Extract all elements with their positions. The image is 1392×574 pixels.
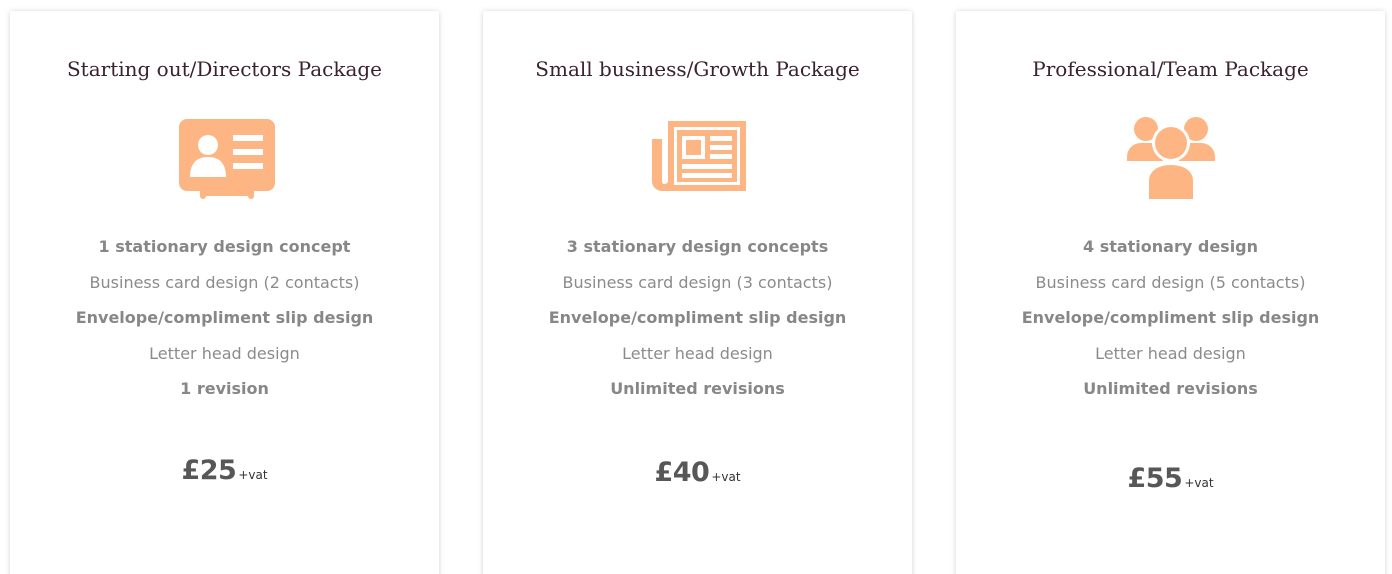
feature-item: 1 stationary design concept: [98, 237, 351, 256]
price-suffix: +vat: [1184, 476, 1214, 490]
feature-item: Unlimited revisions: [610, 379, 785, 398]
feature-item: Envelope/compliment slip design: [548, 308, 847, 327]
feature-item: Letter head design: [149, 343, 300, 363]
price-amount: £55: [1127, 463, 1183, 494]
price-amount: £40: [654, 457, 710, 488]
feature-list: 1 stationary design concept Business car…: [10, 229, 439, 407]
price-suffix: +vat: [238, 468, 268, 482]
pricing-card-starting-out: Starting out/Directors Package 1 station…: [10, 11, 439, 574]
pricing-card-professional: Professional/Team Package 4 stationary d…: [956, 11, 1385, 574]
feature-item: Business card design (5 contacts): [1035, 272, 1306, 292]
feature-item: 3 stationary design concepts: [566, 237, 829, 256]
feature-item: 4 stationary design: [1082, 237, 1259, 256]
price-suffix: +vat: [711, 470, 741, 484]
feature-item: Letter head design: [1095, 343, 1246, 363]
price-amount: £25: [181, 455, 237, 486]
price: £40 +vat: [483, 457, 912, 493]
feature-item: Business card design (2 contacts): [89, 272, 360, 292]
users-group-icon: [1119, 115, 1223, 199]
newspaper-icon: [646, 115, 750, 199]
card-title: Small business/Growth Package: [535, 57, 860, 81]
id-card-icon: [173, 115, 277, 199]
feature-item: Envelope/compliment slip design: [1021, 308, 1320, 327]
price: £25 +vat: [10, 455, 439, 491]
feature-item: Letter head design: [622, 343, 773, 363]
card-title: Professional/Team Package: [1032, 57, 1309, 81]
card-title: Starting out/Directors Package: [66, 57, 383, 81]
feature-item: Business card design (3 contacts): [562, 272, 833, 292]
feature-list: 3 stationary design concepts Business ca…: [483, 229, 912, 407]
feature-item: Unlimited revisions: [1083, 379, 1258, 398]
feature-item: 1 revision: [180, 379, 269, 398]
pricing-card-small-business: Small business/Growth Package 3 stationa…: [483, 11, 912, 574]
price: £55 +vat: [956, 463, 1385, 499]
feature-item: Envelope/compliment slip design: [75, 308, 374, 327]
feature-list: 4 stationary design Business card design…: [956, 229, 1385, 407]
